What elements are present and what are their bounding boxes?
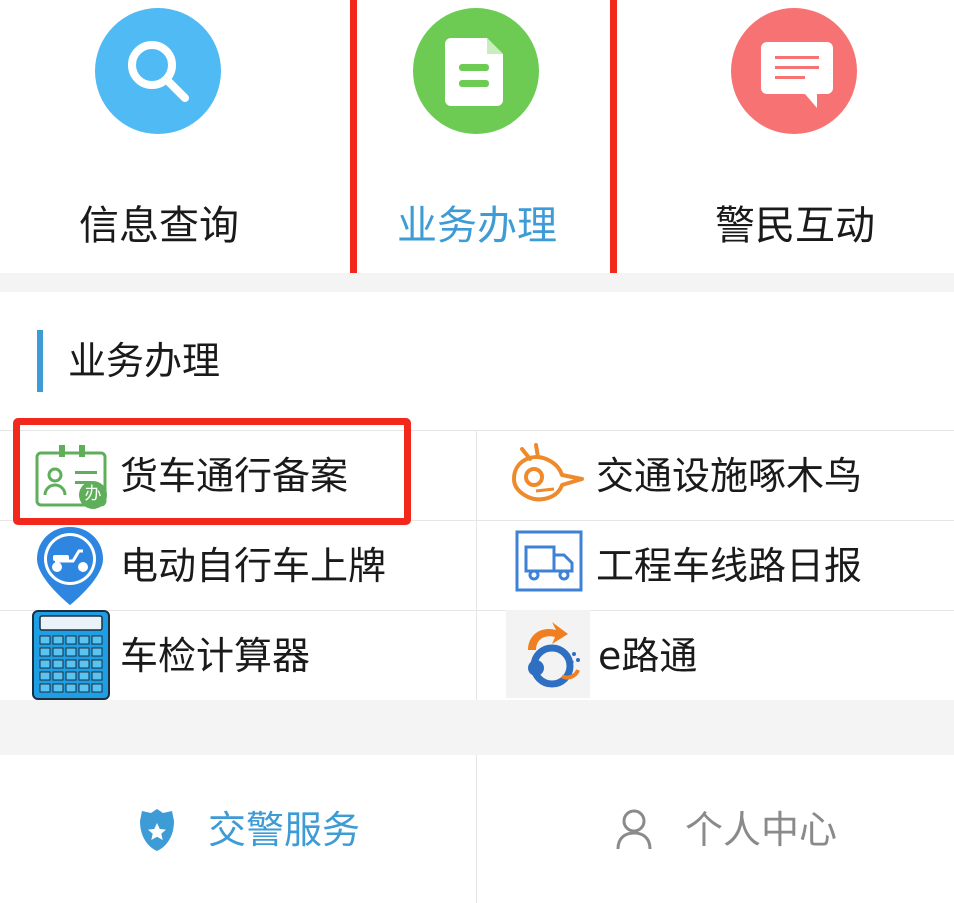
truck-icon (514, 525, 594, 605)
section-accent-bar (37, 330, 43, 392)
service-item-label: 车检计算器 (120, 634, 311, 678)
service-item-label: 货车通行备案 (120, 454, 349, 498)
service-item-label: 工程车线路日报 (596, 544, 863, 588)
tab-divider (476, 755, 477, 903)
nav-item-business[interactable]: 业务办理 (318, 0, 636, 273)
tab-police-service[interactable]: 交警服务 (0, 755, 476, 903)
service-item-ebike-plate[interactable]: 电动自行车上牌 (0, 520, 476, 610)
service-item-label: 电动自行车上牌 (120, 544, 387, 588)
tab-label: 交警服务 (208, 808, 361, 852)
badge-char: 办 (84, 484, 102, 504)
truck-permit-badge-icon: 办 (33, 435, 113, 515)
search-icon (95, 8, 221, 134)
service-item-label: 交通设施啄木鸟 (596, 454, 863, 498)
separator-band (0, 273, 954, 292)
service-item-engineering-vehicle-report[interactable]: 工程车线路日报 (476, 520, 952, 610)
nav-item-label: 信息查询 (79, 203, 239, 249)
service-item-e-lutong[interactable]: e路通 (476, 610, 952, 700)
electric-scooter-pin-icon (33, 525, 113, 605)
section-title: 业务办理 (68, 339, 221, 383)
nav-item-label: 警民互动 (715, 203, 875, 249)
person-icon (615, 807, 657, 853)
service-item-truck-permit[interactable]: 办 货车通行备案 (0, 430, 476, 520)
calculator-icon (32, 610, 112, 700)
service-item-inspection-calculator[interactable]: 车检计算器 (0, 610, 476, 700)
nav-item-label: 业务办理 (397, 203, 557, 249)
tab-personal-center[interactable]: 个人中心 (477, 755, 953, 903)
e-lutong-logo-icon (506, 610, 590, 698)
bottom-tab-bar: 交警服务 个人中心 (0, 755, 954, 903)
service-item-woodpecker[interactable]: 交通设施啄木鸟 (476, 430, 952, 520)
service-grid: 办 货车通行备案 交通设施啄木鸟 电动自行车上牌 工程车线路日报 车检计算器 e… (0, 430, 954, 700)
tab-label: 个人中心 (685, 808, 838, 852)
separator-band (0, 700, 954, 755)
nav-item-info-query[interactable]: 信息查询 (0, 0, 318, 273)
woodpecker-icon (506, 435, 586, 515)
nav-item-police-interaction[interactable]: 警民互动 (636, 0, 954, 273)
message-icon (731, 8, 857, 134)
document-icon (413, 8, 539, 134)
service-item-label: e路通 (598, 634, 698, 678)
police-badge-icon (136, 807, 178, 853)
top-nav: 信息查询 业务办理 警民互动 (0, 0, 954, 273)
